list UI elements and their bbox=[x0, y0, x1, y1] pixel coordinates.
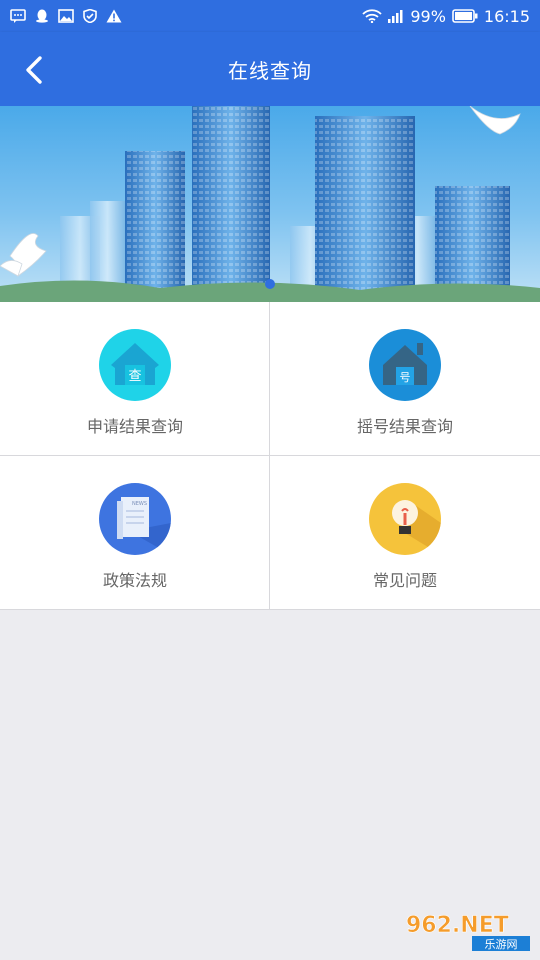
app-bar: 在线查询 bbox=[0, 32, 540, 106]
carousel-indicator[interactable] bbox=[265, 279, 275, 289]
dove-left bbox=[0, 233, 47, 277]
battery-icon bbox=[452, 9, 478, 23]
watermark-sub: 乐游网 bbox=[485, 938, 518, 951]
menu-item-label: 常见问题 bbox=[372, 571, 437, 590]
house-lottery-badge: 号 bbox=[400, 371, 411, 384]
menu-item-application-result[interactable]: 查 申请结果查询 bbox=[0, 302, 270, 456]
menu-item-label: 申请结果查询 bbox=[86, 417, 183, 436]
message-icon bbox=[10, 9, 26, 23]
page-title: 在线查询 bbox=[228, 58, 312, 83]
status-bar: 99% 16:15 bbox=[0, 0, 540, 32]
shield-icon bbox=[83, 9, 97, 23]
query-menu-grid: 查 申请结果查询 号 摇号结果查询 NEWS 政策法规 常见问题 bbox=[0, 302, 540, 610]
lightbulb-icon bbox=[369, 483, 441, 555]
banner-image bbox=[0, 106, 540, 302]
battery-percent: 99% bbox=[410, 6, 446, 26]
notification-icons bbox=[10, 9, 122, 23]
signal-icon bbox=[388, 10, 403, 23]
back-button[interactable] bbox=[14, 50, 54, 90]
warning-icon bbox=[106, 9, 122, 23]
watermark-brand: 962.NET bbox=[406, 913, 509, 938]
menu-item-label: 摇号结果查询 bbox=[356, 417, 453, 436]
newspaper-icon: NEWS bbox=[99, 483, 171, 555]
menu-item-policy[interactable]: NEWS 政策法规 bbox=[0, 456, 270, 610]
qq-icon bbox=[36, 9, 48, 23]
banner-carousel[interactable] bbox=[0, 106, 540, 302]
clock: 16:15 bbox=[483, 6, 530, 26]
wifi-icon bbox=[362, 9, 382, 23]
watermark-logo: 962.NET 乐游网 bbox=[406, 913, 530, 951]
house-query-icon: 查 bbox=[99, 329, 171, 401]
house-lottery-icon: 号 bbox=[369, 329, 441, 401]
dove-right bbox=[469, 106, 521, 135]
back-arrow-icon bbox=[26, 56, 42, 84]
menu-item-label: 政策法规 bbox=[102, 571, 167, 590]
menu-item-faq[interactable]: 常见问题 bbox=[270, 456, 540, 610]
newspaper-badge: NEWS bbox=[132, 501, 147, 507]
image-icon bbox=[58, 9, 74, 23]
system-status: 99% 16:15 bbox=[362, 7, 530, 26]
house-query-badge: 查 bbox=[128, 369, 141, 384]
menu-item-lottery-result[interactable]: 号 摇号结果查询 bbox=[270, 302, 540, 456]
